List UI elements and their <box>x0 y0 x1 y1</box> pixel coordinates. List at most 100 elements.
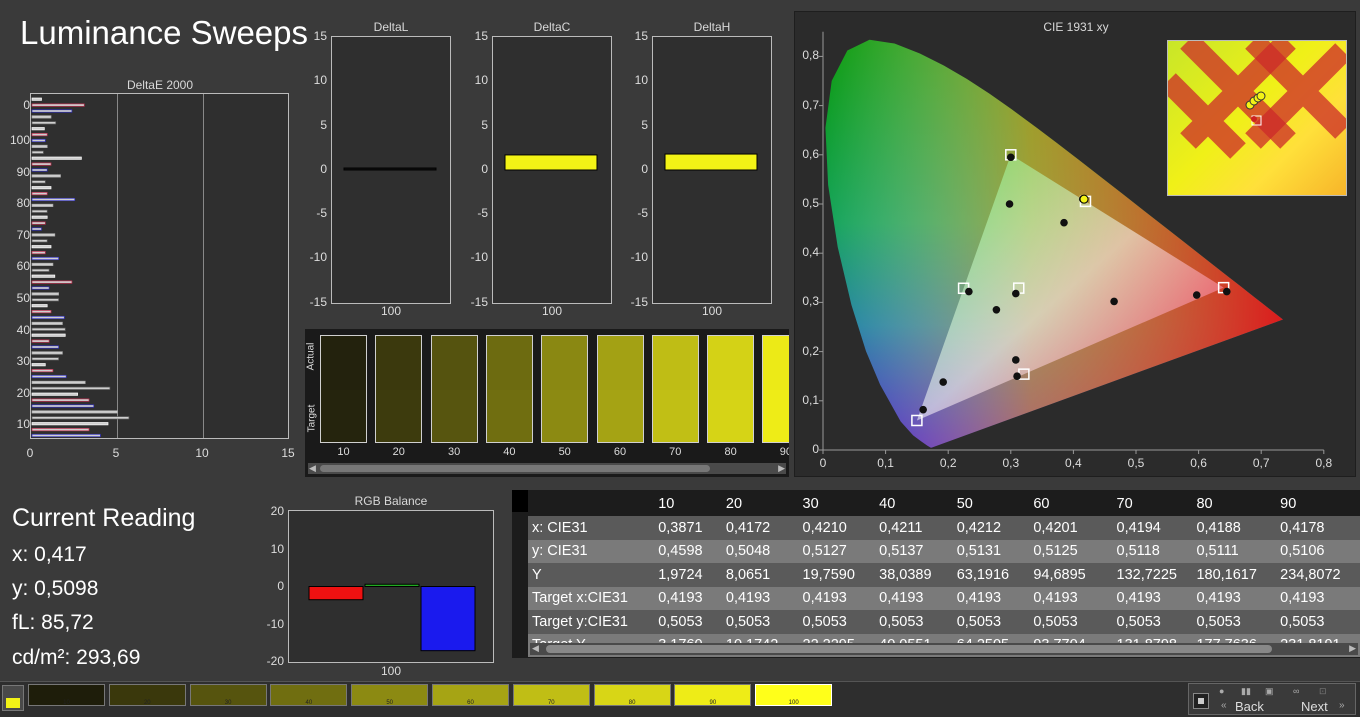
reading-x: x: 0,417 <box>12 543 87 566</box>
deltae-bar <box>31 97 42 101</box>
back-arrow-icon[interactable]: « <box>1221 700 1227 711</box>
swatch-label: 30 <box>447 446 461 458</box>
bottom-swatch-label: 50 <box>386 700 394 706</box>
record-icon[interactable]: ● <box>1219 686 1224 696</box>
table-cell: 180,1617 <box>1196 566 1257 583</box>
table-scrollbar[interactable]: ◀ ▶ <box>530 643 1358 655</box>
cie-y-tick: 0,1 <box>802 392 819 407</box>
table-cell: 0,5053 <box>1116 613 1161 630</box>
table-cell: 0,5137 <box>879 543 924 560</box>
swatch-scrollbar[interactable]: ◀ ▶ <box>308 463 786 474</box>
deltae-bar <box>31 109 73 113</box>
save-icon[interactable]: ▣ <box>1265 686 1274 697</box>
deltae-y-tick: 0 <box>23 98 30 112</box>
swatch-panel: Actual Target 10 20 30 40 50 60 70 80 90 ◀ ▶ <box>305 329 789 477</box>
deltae-bar <box>31 416 130 420</box>
table-cell: 1,9724 <box>658 566 703 583</box>
reading-cd: cd/m²: 293,69 <box>12 646 141 669</box>
table-scroll-right[interactable]: ▶ <box>1349 643 1356 654</box>
next-button[interactable]: Next <box>1301 699 1328 714</box>
swatch-target <box>431 390 477 442</box>
cie-x-tick: 0,4 <box>1065 456 1082 470</box>
stop-button[interactable] <box>1193 693 1209 709</box>
deltae-y-tick: 70 <box>16 228 30 242</box>
deltae-bar <box>31 168 48 172</box>
deltae-bar <box>31 298 59 302</box>
deltae-y-tick: 20 <box>16 386 30 400</box>
bottom-swatch[interactable]: 10 <box>28 684 105 706</box>
deltae-y-tick: 10 <box>16 417 30 431</box>
cie-measured-point <box>1012 289 1020 298</box>
table-cell: 0,4172 <box>725 519 771 536</box>
delta-y-tick: -5 <box>477 206 488 221</box>
table-cell: 0,5111 <box>1196 543 1239 560</box>
delta-bar <box>504 154 598 171</box>
table-cell: 0,4193 <box>1196 590 1241 607</box>
bottom-swatch[interactable]: 20 <box>108 684 186 706</box>
delta-panel-chart <box>492 36 612 304</box>
cie-measured-point <box>1012 356 1020 364</box>
deltae-bar <box>31 192 48 196</box>
deltae-bar <box>31 186 52 190</box>
swatch-label: 50 <box>558 446 571 458</box>
bottom-swatch[interactable]: 90 <box>674 684 752 706</box>
delta-y-tick: -15 <box>470 294 488 309</box>
table-cell: 0,5125 <box>1033 543 1078 560</box>
lock-icon[interactable]: ⊡ <box>1319 686 1327 697</box>
bottom-swatch[interactable]: 50 <box>351 684 429 706</box>
deltae-bars <box>31 97 130 438</box>
cie-x-tick: 0,5 <box>1127 456 1145 470</box>
deltae-bar <box>31 292 59 296</box>
delta-svg <box>343 167 437 171</box>
table-cell: 0,4188 <box>1196 519 1241 536</box>
table-cell: 63,1916 <box>956 566 1010 583</box>
scroll-left-arrow[interactable]: ◀ <box>309 463 316 474</box>
table-cell: 0,4193 <box>1280 590 1325 607</box>
back-button[interactable]: Back <box>1235 699 1264 714</box>
cie-measured-point <box>1060 218 1068 227</box>
bottom-swatch[interactable]: 40 <box>270 684 348 706</box>
cie-y-tick: 0,7 <box>802 97 819 112</box>
deltae-bar <box>31 209 48 213</box>
bottom-swatch[interactable]: 60 <box>432 684 509 706</box>
nav-panel: ● ▮▮ ▣ ∞ ⊡ « Back Next » <box>1188 683 1356 715</box>
deltae-bar <box>31 392 78 396</box>
table-cell: 0,4193 <box>802 590 847 607</box>
link-icon[interactable]: ∞ <box>1293 686 1299 696</box>
table-column-header: 80 <box>1196 496 1213 512</box>
table-row: Target x:CIE31 0,4193 0,4193 0,4193 0,4193 0,… <box>528 586 1360 610</box>
bottom-swatch[interactable]: 70 <box>512 684 590 706</box>
cie-x-tick: 0 <box>819 456 827 470</box>
table-cell: 0,5118 <box>1116 543 1160 560</box>
delta-panel-chart <box>652 36 772 304</box>
inset-x-mark <box>1245 41 1346 149</box>
bottom-swatch-label: 30 <box>224 700 232 706</box>
next-arrow-icon[interactable]: » <box>1339 700 1345 711</box>
deltae-title: DeltaE 2000 <box>126 78 194 92</box>
scroll-right-arrow[interactable]: ▶ <box>778 463 785 474</box>
bottom-swatch-label: 80 <box>628 700 636 706</box>
delta-y-tick: -15 <box>630 294 648 309</box>
table-cell: 94,6895 <box>1033 566 1086 583</box>
bottom-swatch[interactable]: 80 <box>593 684 671 706</box>
table-cell: 0,5053 <box>658 613 703 630</box>
table-scroll-thumb[interactable] <box>546 645 1272 653</box>
rgb-x-label: 100 <box>381 664 402 678</box>
delta-y-tick: 0 <box>481 161 488 176</box>
delta-y-tick: 0 <box>320 161 327 176</box>
bottom-swatch[interactable]: 100 <box>755 684 833 706</box>
table-cell: 0,5106 <box>1280 543 1325 560</box>
swatch-target <box>486 390 532 442</box>
pause-icon[interactable]: ▮▮ <box>1241 686 1251 697</box>
table-scroll-left[interactable]: ◀ <box>532 643 539 654</box>
deltae-chart <box>30 93 289 439</box>
table-header-row: 10 20 30 40 50 60 70 80 90 <box>528 492 1360 516</box>
table-cell: 0,4193 <box>956 590 1002 607</box>
table-column-header: 90 <box>1280 496 1297 512</box>
table-cell: 0,5048 <box>725 543 771 560</box>
swatch-label: 20 <box>392 446 405 458</box>
delta-svg <box>504 154 598 171</box>
bottom-swatch[interactable]: 30 <box>189 684 267 706</box>
scroll-thumb[interactable] <box>320 465 710 472</box>
deltae-y-tick: 80 <box>16 196 30 210</box>
